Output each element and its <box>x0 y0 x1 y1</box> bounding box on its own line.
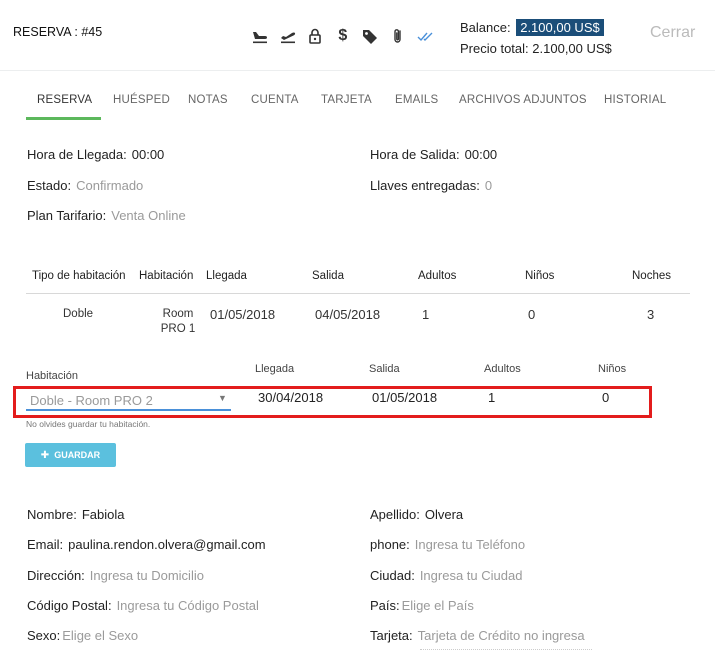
surname-field: Apellido: Olvera <box>370 507 463 522</box>
zip-label: Código Postal: <box>27 598 112 613</box>
card-input-underline <box>420 649 592 650</box>
cell-room: Room PRO 1 <box>158 307 198 337</box>
address-label: Dirección: <box>27 568 85 583</box>
reservation-title: RESERVA : #45 <box>13 25 103 39</box>
card-field: Tarjeta: Tarjeta de Crédito no ingresa <box>370 628 595 643</box>
sex-field: Sexo: Elige el Sexo <box>27 628 138 643</box>
balance: Balance: 2.100,00 US$ <box>460 19 604 36</box>
status-label: Estado: <box>27 178 72 193</box>
city-label: Ciudad: <box>370 568 415 583</box>
edit-adults-label: Adultos <box>484 363 521 375</box>
name-field: Nombre: Fabiola <box>27 507 125 522</box>
address-field: Dirección: Ingresa tu Domicilio <box>27 568 204 583</box>
total-price-label: Precio total: <box>460 41 529 56</box>
active-tab-indicator <box>26 117 101 120</box>
cell-adults: 1 <box>422 307 430 322</box>
email-field: Email: paulina.rendon.olvera@gmail.com <box>27 537 266 552</box>
tab-reserva[interactable]: RESERVA <box>37 94 92 106</box>
sex-select[interactable]: Elige el Sexo <box>62 628 138 643</box>
plane-takeoff-icon[interactable] <box>278 26 298 46</box>
name-value[interactable]: Fabiola <box>82 507 125 522</box>
balance-badge: 2.100,00 US$ <box>516 19 604 36</box>
header-actions: $ <box>250 26 443 46</box>
surname-value[interactable]: Olvera <box>425 507 463 522</box>
rate-plan-label: Plan Tarifario: <box>27 208 107 223</box>
zip-field: Código Postal: Ingresa tu Código Postal <box>27 598 259 613</box>
sex-label: Sexo: <box>27 628 61 643</box>
keys-value[interactable]: 0 <box>485 178 492 193</box>
edit-departure-label: Salida <box>369 363 400 375</box>
tab-notas[interactable]: NOTAS <box>188 94 228 106</box>
plane-landing-icon[interactable] <box>250 26 270 46</box>
cell-arrival: 01/05/2018 <box>210 307 276 322</box>
cell-room-line1: Room <box>162 308 194 320</box>
status-value[interactable]: Confirmado <box>76 178 143 193</box>
tab-emails[interactable]: EMAILS <box>395 94 438 106</box>
edit-arrival-label: Llegada <box>255 363 295 375</box>
address-input[interactable]: Ingresa tu Domicilio <box>90 568 204 583</box>
phone-field: phone: Ingresa tu Teléfono <box>370 537 525 552</box>
status-field: Estado: Confirmado <box>27 178 143 193</box>
column-header-arrival: Llegada <box>206 270 247 282</box>
email-value[interactable]: paulina.rendon.olvera@gmail.com <box>68 537 265 552</box>
country-field: País: Elige el País <box>370 598 474 613</box>
save-reminder: No olvides guardar tu habitación. <box>26 419 151 429</box>
country-label: País: <box>370 598 400 613</box>
edit-children-label: Niños <box>598 363 627 375</box>
column-header-children: Niños <box>525 270 555 282</box>
phone-input[interactable]: Ingresa tu Teléfono <box>415 537 525 552</box>
paperclip-icon[interactable] <box>388 26 408 46</box>
tab-historial[interactable]: HISTORIAL <box>604 94 666 106</box>
column-header-room: Habitación <box>139 270 194 282</box>
double-check-icon[interactable] <box>416 26 436 46</box>
close-button[interactable]: Cerrar <box>650 24 695 42</box>
header-divider <box>0 70 715 71</box>
tags-icon[interactable] <box>360 26 380 46</box>
tab-cuenta[interactable]: CUENTA <box>251 94 299 106</box>
balance-label: Balance: <box>460 20 511 35</box>
departure-time-field: Hora de Salida: 00:00 <box>370 147 497 162</box>
city-field: Ciudad: Ingresa tu Ciudad <box>370 568 522 583</box>
tab-tarjeta[interactable]: TARJETA <box>321 94 372 106</box>
arrival-time-value[interactable]: 00:00 <box>132 147 165 162</box>
tab-huesped[interactable]: HUÉSPED <box>113 94 170 106</box>
zip-input[interactable]: Ingresa tu Código Postal <box>117 598 259 613</box>
arrival-time-label: Hora de Llegada: <box>27 147 127 162</box>
departure-time-value[interactable]: 00:00 <box>465 147 498 162</box>
edit-room-label: Habitación <box>26 370 78 382</box>
save-button[interactable]: ✚ GUARDAR <box>25 443 116 467</box>
total-price-value: 2.100,00 US$ <box>532 41 612 56</box>
keys-field: Llaves entregadas: 0 <box>370 178 492 193</box>
column-header-room-type: Tipo de habitación <box>32 270 126 282</box>
cell-room-line2: PRO 1 <box>160 323 196 335</box>
cell-nights: 3 <box>647 307 655 322</box>
name-label: Nombre: <box>27 507 77 522</box>
tab-archivos-adjuntos[interactable]: ARCHIVOS ADJUNTOS <box>459 94 587 106</box>
arrival-time-field: Hora de Llegada: 00:00 <box>27 147 164 162</box>
table-header-divider <box>26 293 690 294</box>
lock-icon[interactable] <box>305 26 325 46</box>
surname-label: Apellido: <box>370 507 420 522</box>
city-input[interactable]: Ingresa tu Ciudad <box>420 568 523 583</box>
total-price: Precio total: 2.100,00 US$ <box>460 41 612 56</box>
column-header-departure: Salida <box>312 270 344 282</box>
plus-icon: ✚ <box>40 449 50 461</box>
cell-children: 0 <box>528 307 536 322</box>
phone-label: phone: <box>370 537 410 552</box>
highlight-box <box>13 386 652 418</box>
departure-time-label: Hora de Salida: <box>370 147 460 162</box>
rate-plan-value[interactable]: Venta Online <box>111 208 185 223</box>
dollar-icon[interactable]: $ <box>333 26 353 46</box>
column-header-adults: Adultos <box>418 270 457 282</box>
save-button-label: GUARDAR <box>54 450 101 460</box>
keys-label: Llaves entregadas: <box>370 178 480 193</box>
country-select[interactable]: Elige el País <box>402 598 474 613</box>
rate-plan-field: Plan Tarifario: Venta Online <box>27 208 186 223</box>
email-label: Email: <box>27 537 64 552</box>
column-header-nights: Noches <box>632 270 671 282</box>
card-label: Tarjeta: <box>370 628 413 643</box>
card-input[interactable]: Tarjeta de Crédito no ingresa <box>418 628 585 643</box>
cell-departure: 04/05/2018 <box>315 307 381 322</box>
cell-room-type: Doble <box>63 308 94 320</box>
